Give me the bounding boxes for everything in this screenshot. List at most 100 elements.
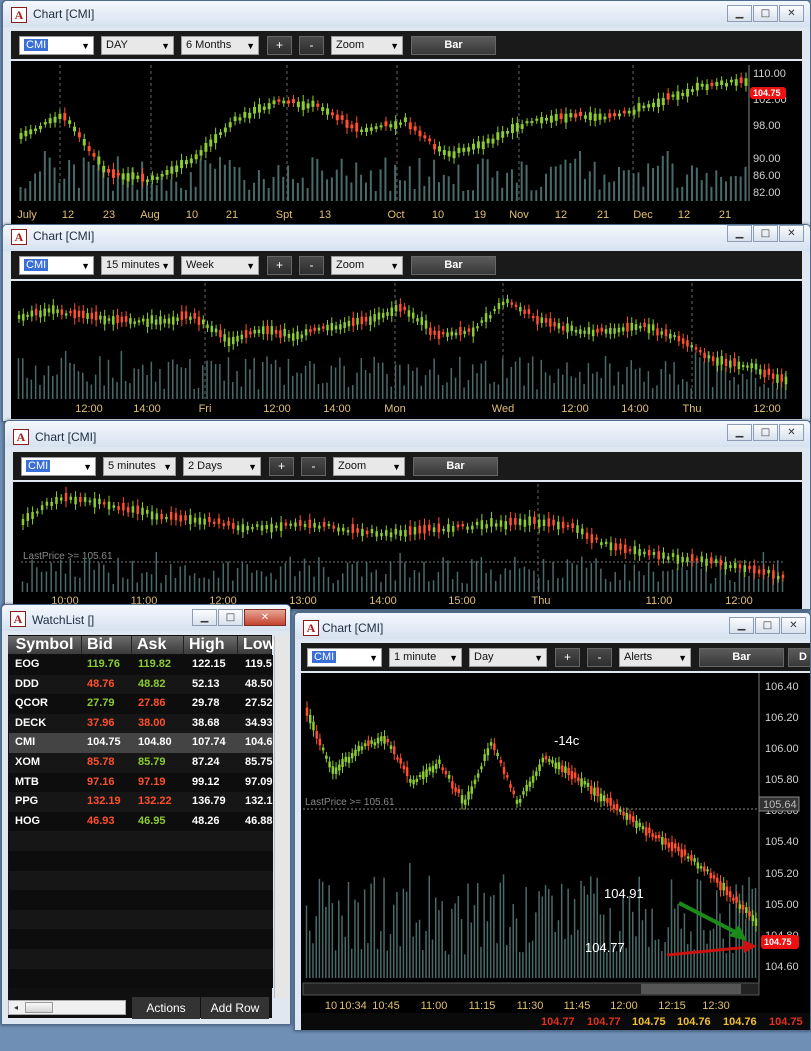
watchlist-row[interactable] [9,870,273,891]
minimize-icon[interactable]: ▁ [727,424,752,441]
maximize-icon[interactable]: □ [753,424,778,441]
watchlist-row[interactable]: HOG 46.93 46.95 48.26 46.88 [9,811,273,832]
volume-bar [274,359,277,399]
column-low[interactable]: Low [238,636,275,654]
interval-dropdown[interactable]: 1 minute ▼ [389,648,462,667]
zoom-dropdown[interactable]: Zoom ▼ [333,457,405,476]
chart-plot-area[interactable]: 110.00 102.00 98.00 90.00 86.00 82.00 104.75 Ju… [11,61,802,225]
title-bar[interactable] [3,225,810,251]
zoom-out-button[interactable]: - [301,457,326,476]
column-ask[interactable]: Ask [132,636,184,654]
maximize-icon[interactable]: □ [753,225,778,242]
price-chart[interactable]: 12:00 14:00 Fri 12:00 14:00 Mon Wed 12:00 14:00 T… [11,281,804,419]
watchlist-row[interactable]: DECK 37.96 38.00 38.68 34.93 [9,713,273,734]
volume-bar [413,570,416,592]
maximize-icon[interactable]: □ [755,617,780,634]
vertical-scrollbar[interactable] [274,636,288,998]
volume-bar [189,575,191,592]
candle-up [251,526,254,530]
zoom-dropdown[interactable]: Zoom ▼ [331,36,403,55]
volume-bar [238,167,241,201]
minimize-icon[interactable]: ▁ [727,5,752,22]
symbol-dropdown[interactable]: CMI ▼ [307,648,382,667]
maximize-icon[interactable]: □ [753,5,778,22]
range-dropdown[interactable]: 6 Months ▼ [181,36,259,55]
zoom-out-button[interactable]: - [587,648,612,667]
zoom-in-button[interactable]: + [269,457,294,476]
interval-dropdown[interactable]: 15 minutes ▼ [101,256,174,275]
watchlist-row[interactable]: CMI 104.75 104.80 107.74 104.6 [9,733,273,753]
close-icon[interactable]: ✕ [779,225,804,242]
close-icon[interactable]: ✕ [781,617,806,634]
column-bid[interactable]: Bid [82,636,132,654]
minimize-icon[interactable]: ▁ [727,225,752,242]
more-button[interactable]: D [788,648,810,667]
symbol-dropdown[interactable]: CMI ▼ [19,36,94,55]
minimize-icon[interactable]: ▁ [729,617,754,634]
watchlist-row[interactable]: PPG 132.19 132.22 136.79 132.1 [9,792,273,812]
watchlist-row[interactable] [9,929,273,949]
watchlist-row[interactable]: EOG 119.76 119.82 122.15 119.5 [9,655,273,675]
zoom-in-button[interactable]: + [555,648,580,667]
horizontal-scrollbar[interactable]: ◂ [8,1000,126,1015]
minimize-icon[interactable]: ▁ [192,609,217,626]
add-row-button[interactable]: Add Row [201,997,269,1019]
candle-down [82,310,85,319]
volume-bar [519,357,521,399]
volume-bar [628,895,631,978]
watchlist-row[interactable] [9,968,273,989]
volume-bar [316,158,319,201]
column-high[interactable]: High [184,636,238,654]
chart-style-button[interactable]: Bar [411,36,496,55]
cell-high: 107.74 [192,736,226,749]
maximize-icon[interactable]: □ [218,609,243,626]
price-chart[interactable]: LastPrice >= 105.61 106.40 106.20 106.00 105… [301,673,811,1013]
scroll-thumb[interactable] [25,1002,53,1013]
range-dropdown[interactable]: Week ▼ [181,256,259,275]
watchlist-row[interactable] [9,909,273,930]
column-symbol[interactable]: Symbol [8,636,82,654]
volume-bar [180,367,183,399]
scroll-left-icon[interactable]: ◂ [10,1002,22,1013]
watchlist-row[interactable]: DDD 48.76 48.82 52.13 48.50 [9,674,273,695]
symbol-dropdown[interactable]: CMI ▼ [19,256,94,275]
title-bar[interactable] [3,1,810,27]
title-bar[interactable] [5,421,810,447]
watchlist-row[interactable]: XOM 85.78 85.79 87.24 85.75 [9,753,273,773]
alerts-dropdown[interactable]: Alerts ▼ [619,648,691,667]
symbol-dropdown[interactable]: CMI ▼ [21,457,96,476]
range-dropdown[interactable]: Day ▼ [469,648,547,667]
candle-up [619,809,622,812]
zoom-out-button[interactable]: - [299,256,324,275]
zoom-out-button[interactable]: - [299,36,324,55]
close-icon[interactable]: ✕ [244,609,286,626]
close-icon[interactable]: ✕ [779,424,804,441]
price-chart[interactable]: 110.00102.0098.0090.0086.0082.00104.75Ju… [11,61,804,225]
range-dropdown[interactable]: 2 Days ▼ [183,457,261,476]
candle-down [456,524,460,528]
watchlist-row[interactable] [9,831,273,851]
zoom-in-button[interactable]: + [267,256,292,275]
watchlist-row[interactable] [9,949,273,969]
interval-dropdown[interactable]: DAY ▼ [101,36,174,55]
watchlist-row[interactable] [9,890,273,910]
watchlist-row[interactable] [9,851,273,871]
chart-plot-area[interactable]: 12:00 14:00 Fri 12:00 14:00 Mon Wed 12:00 14:00 T… [11,281,802,419]
chart-style-button[interactable]: Bar [411,256,496,275]
close-icon[interactable]: ✕ [779,5,804,22]
chart-plot-area[interactable]: LastPrice >= 105.61 106.40 106.20 106.00 105… [301,673,810,1013]
zoom-in-button[interactable]: + [267,36,292,55]
watchlist-row[interactable]: QCOR 27.79 27.86 29.78 27.52 [9,694,273,714]
chart-style-button[interactable]: Bar [699,648,784,667]
interval-dropdown[interactable]: 5 minutes ▼ [103,457,176,476]
chart-style-button[interactable]: Bar [413,457,498,476]
volume-bar [673,362,675,399]
volume-bar [635,936,637,978]
zoom-dropdown[interactable]: Zoom ▼ [331,256,403,275]
volume-bar [538,891,540,978]
watchlist-row[interactable]: MTB 97.16 97.19 99.12 97.09 [9,772,273,793]
cell-bid: 104.75 [87,736,121,749]
chart-plot-area[interactable]: LastPrice >= 105.61 10:00 11:00 12:00 13:00 1… [13,482,804,610]
actions-button[interactable]: Actions [132,997,200,1019]
price-chart[interactable]: LastPrice >= 105.6110:00 11:00 12:00 13:00 1… [13,482,804,610]
